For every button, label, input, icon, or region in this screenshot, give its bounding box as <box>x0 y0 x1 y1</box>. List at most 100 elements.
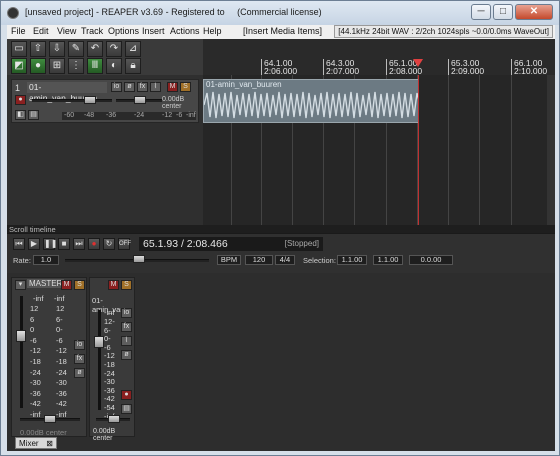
track-pan-knob[interactable] <box>134 96 146 104</box>
track-record-arm-button[interactable]: ● <box>15 95 26 105</box>
mixer-track-io-button[interactable]: io <box>121 308 132 318</box>
mixer-track-fx-button[interactable]: fx <box>121 322 132 332</box>
bpm-label: BPM <box>217 255 241 265</box>
stop-icon[interactable]: ■ <box>58 238 70 250</box>
mixer-track-volume-knob[interactable] <box>94 336 104 348</box>
rate-slider-knob[interactable] <box>133 255 145 263</box>
master-io-button[interactable]: io <box>74 340 85 350</box>
auto-crossfade-icon[interactable]: ◐ <box>106 58 122 74</box>
track-name-field[interactable]: 01-amin_van_buuren <box>27 82 107 103</box>
master-peak-left: -inf <box>33 294 44 303</box>
mixer-track-mute-button[interactable]: M <box>108 280 119 290</box>
track-io-button[interactable]: io <box>111 82 122 92</box>
track-vu-meter: -60 -48 -36 -24 -12 -6 -inf <box>62 112 196 120</box>
mixer-track-record-arm[interactable]: ● <box>121 390 132 400</box>
reaper-app-icon[interactable] <box>7 7 19 19</box>
crossfade-icon[interactable]: Ⅲ <box>87 58 103 74</box>
playback-state: [Stopped] <box>284 239 319 248</box>
grid-icon[interactable]: ⊞ <box>49 58 65 74</box>
license-text: (Commercial license) <box>237 7 322 17</box>
redo-icon[interactable]: ↷ <box>106 41 122 57</box>
ruler-tick <box>511 59 512 75</box>
menu-help[interactable]: Help <box>203 26 222 36</box>
play-icon[interactable]: ▶ <box>28 238 40 250</box>
track-volume-knob[interactable] <box>84 96 96 104</box>
mixer-tab-close-icon[interactable]: ⊠ <box>46 438 53 450</box>
close-button[interactable]: ✕ <box>515 4 553 20</box>
playhead-marker-icon[interactable] <box>413 59 423 67</box>
track-volume-slider[interactable] <box>32 99 112 102</box>
pause-icon[interactable]: ❚❚ <box>43 238 57 250</box>
metronome-icon[interactable]: ⊿ <box>125 41 141 57</box>
lock-icon[interactable]: 🔒︎ <box>125 58 141 74</box>
open-project-icon[interactable]: ⇧ <box>30 41 46 57</box>
master-volume-knob[interactable] <box>16 330 26 342</box>
selection-end-field[interactable]: 1.1.00 <box>373 255 403 265</box>
menu-edit[interactable]: Edit <box>33 26 49 36</box>
track-folder-icon[interactable]: ◧ <box>15 110 26 120</box>
audio-device-status[interactable]: [44.1kHz 24bit WAV : 2/2ch 1024spls ~0.0… <box>334 25 553 38</box>
master-meter-scale-right: 12 6- 0- -6 -12 -18 -24 -30 -36 -42 -inf <box>56 304 67 419</box>
record-icon[interactable]: ● <box>88 238 100 250</box>
mixer-tab[interactable]: Mixer ⊠ <box>15 437 57 449</box>
track-fx-button[interactable]: fx <box>137 82 148 92</box>
auto-off-button[interactable]: OFF <box>118 238 131 250</box>
track-env-button[interactable]: ⌇ <box>150 82 161 92</box>
mixer-track-pan-knob[interactable] <box>108 415 120 423</box>
project-settings-icon[interactable]: ✎ <box>68 41 84 57</box>
master-options-icon[interactable]: ▾ <box>15 280 26 290</box>
mixer-track-solo-button[interactable]: S <box>121 280 132 290</box>
time-signature-field[interactable]: 4/4 <box>275 255 295 265</box>
menu-insert[interactable]: Insert <box>142 26 165 36</box>
menu-view[interactable]: View <box>57 26 76 36</box>
ruler-marker: 64.1.00 2:06.000 <box>264 58 298 76</box>
undo-icon[interactable]: ↶ <box>87 41 103 57</box>
insert-media-items[interactable]: [Insert Media Items] <box>243 26 322 36</box>
minimize-button[interactable]: ─ <box>471 4 491 20</box>
selection-length-field[interactable]: 0.0.00 <box>409 255 453 265</box>
go-to-end-icon[interactable]: ⏭ <box>73 238 85 250</box>
menu-track[interactable]: Track <box>81 26 103 36</box>
bpm-value-field[interactable]: 120 <box>245 255 273 265</box>
media-item[interactable]: 01-amin_van_buuren <box>203 79 419 123</box>
mixer-panel: ▾ MASTER M S -inf -inf 12 6 0 -6 -12 -18… <box>7 273 555 451</box>
mixer-track-meter-icon[interactable]: ▤ <box>121 404 132 414</box>
go-to-start-icon[interactable]: ⏮ <box>13 238 25 250</box>
selection-start-field[interactable]: 1.1.00 <box>337 255 367 265</box>
master-pan-knob[interactable] <box>44 415 56 423</box>
mixer-track-phase-button[interactable]: ø <box>121 350 132 360</box>
track-1-header[interactable]: 1 01-amin_van_buuren io ø fx ⌇ M S ● 0.0… <box>11 79 199 123</box>
master-volume-fader[interactable] <box>20 296 23 408</box>
rate-value-field[interactable]: 1.0 <box>33 255 59 265</box>
vertical-scrollbar[interactable] <box>547 75 555 225</box>
mixer-track-volume-fader[interactable] <box>98 310 101 410</box>
track-mute-button[interactable]: M <box>167 82 178 92</box>
master-solo-button[interactable]: S <box>74 280 85 290</box>
master-fx-button[interactable]: fx <box>74 354 85 364</box>
ripple-icon[interactable]: ● <box>30 58 46 74</box>
mixer-track-env-button[interactable]: ⌇ <box>121 336 132 346</box>
menu-actions[interactable]: Actions <box>170 26 200 36</box>
menu-options[interactable]: Options <box>108 26 139 36</box>
save-project-icon[interactable]: ⇩ <box>49 41 65 57</box>
envelope-icon[interactable]: ⋮ <box>68 58 84 74</box>
timeline-ruler[interactable]: 64.1.00 2:06.000 64.3.00 2:07.000 65.1.00 2… <box>203 39 555 75</box>
master-mute-button[interactable]: M <box>61 280 72 290</box>
mixer-tab-label: Mixer <box>19 439 39 448</box>
master-phase-button[interactable]: ø <box>74 368 85 378</box>
grid-snap-icon[interactable]: ◩ <box>11 58 27 74</box>
main-toolbar: ▭ ⇧ ⇩ ✎ ↶ ↷ ⊿ ◩ ● ⊞ ⋮ Ⅲ ◐ 🔒︎ <box>7 39 203 75</box>
master-label: MASTER <box>27 279 65 288</box>
menu-file[interactable]: File <box>11 26 26 36</box>
grid-line <box>511 75 512 225</box>
repeat-icon[interactable]: ↻ <box>103 238 115 250</box>
track-phase-button[interactable]: ø <box>124 82 135 92</box>
new-project-icon[interactable]: ▭ <box>11 41 27 57</box>
time-display: 65.1.93 / 2:08.466 [Stopped] <box>139 237 323 251</box>
track-solo-button[interactable]: S <box>180 82 191 92</box>
ruler-marker: 65.3.00 2:09.000 <box>451 58 485 76</box>
maximize-button[interactable]: □ <box>493 4 513 20</box>
ruler-tick <box>323 59 324 75</box>
horizontal-scrollbar[interactable]: Scroll timeline <box>7 225 555 234</box>
track-meter-icon[interactable]: ▤ <box>28 110 39 120</box>
